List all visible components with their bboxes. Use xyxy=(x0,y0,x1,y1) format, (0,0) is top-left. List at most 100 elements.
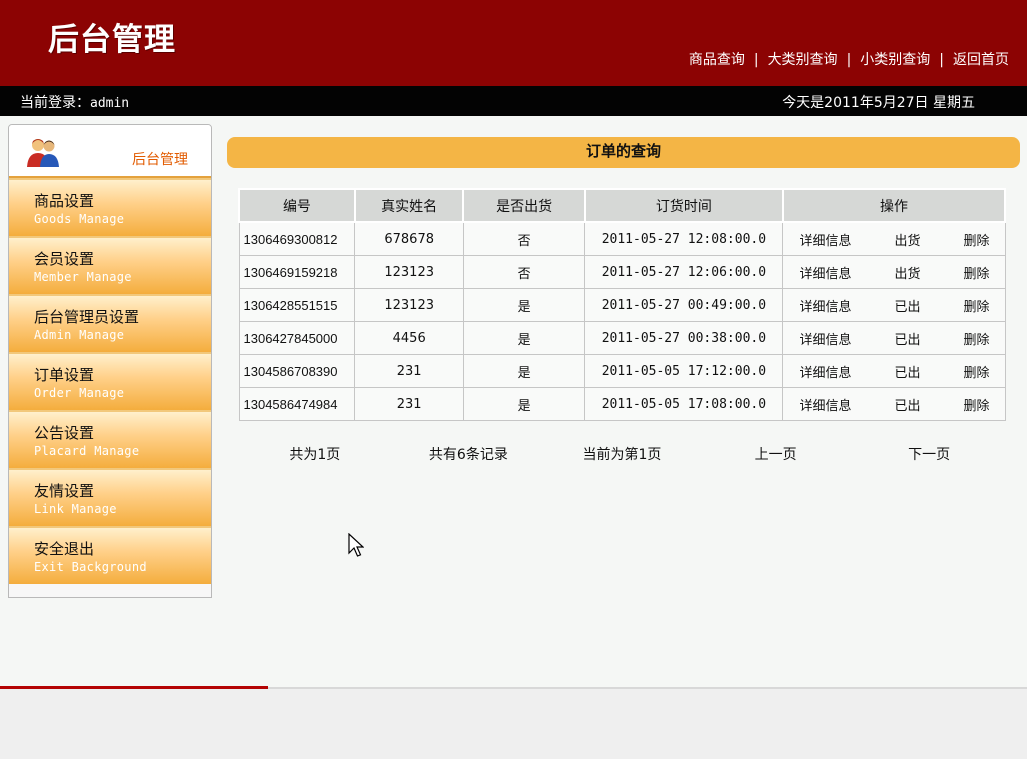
table-row: 1304586708390 231 是 2011-05-05 17:12:00.… xyxy=(238,354,1006,388)
delete-link[interactable]: 删除 xyxy=(963,329,989,348)
ship-link[interactable]: 出货 xyxy=(894,263,920,282)
shipped-status: 是 xyxy=(462,288,586,322)
mouse-pointer-icon xyxy=(348,533,364,557)
order-table: 编号 真实姓名 是否出货 订货时间 操作 1306469300812 67867… xyxy=(238,188,1007,421)
delete-link[interactable]: 删除 xyxy=(963,296,989,315)
detail-link[interactable]: 详细信息 xyxy=(799,362,851,381)
top-header: 后台管理 商品查询 | 大类别查询 | 小类别查询 | 返回首页 xyxy=(0,0,1027,86)
order-id: 1306469300812 xyxy=(238,221,356,256)
sidebar-item-link[interactable]: 友情设置 Link Manage xyxy=(9,468,211,526)
row-actions: 详细信息 已出 删除 xyxy=(782,354,1006,388)
order-id: 1306469159218 xyxy=(238,255,356,289)
nav-separator: | xyxy=(753,52,759,68)
nav-back-home[interactable]: 返回首页 xyxy=(953,52,1009,68)
order-id: 1304586708390 xyxy=(238,354,356,388)
prev-page-link[interactable]: 上一页 xyxy=(699,444,853,464)
sidebar-item-admin[interactable]: 后台管理员设置 Admin Manage xyxy=(9,294,211,352)
table-row: 1306427845000 4456 是 2011-05-27 00:38:00… xyxy=(238,321,1006,355)
shipped-label: 已出 xyxy=(894,299,921,315)
column-header-actions: 操作 xyxy=(781,188,1007,223)
row-actions: 详细信息 已出 删除 xyxy=(782,288,1006,322)
sidebar-item-sub: Admin Manage xyxy=(34,328,125,342)
shipped-status: 否 xyxy=(462,255,586,289)
order-time: 2011-05-05 17:08:00.0 xyxy=(584,387,784,421)
logo-text: 后台管理 xyxy=(48,22,176,58)
row-actions: 详细信息 已出 删除 xyxy=(782,387,1006,421)
real-name: 123123 xyxy=(354,288,464,322)
ship-link[interactable]: 出货 xyxy=(894,230,920,249)
column-header-time: 订货时间 xyxy=(583,188,784,223)
sidebar-item-sub: Link Manage xyxy=(34,502,117,516)
sidebar: 后台管理 商品设置 Goods Manage 会员设置 Member Manag… xyxy=(8,124,212,598)
sidebar-item-exit[interactable]: 安全退出 Exit Background xyxy=(9,526,211,584)
column-header-name: 真实姓名 xyxy=(353,188,465,223)
sidebar-item-sub: Exit Background xyxy=(34,560,147,574)
real-name: 123123 xyxy=(354,255,464,289)
sidebar-title: 后台管理 xyxy=(132,152,188,168)
real-name: 4456 xyxy=(354,321,464,355)
sidebar-item-sub: Order Manage xyxy=(34,386,125,400)
nav-product-search[interactable]: 商品查询 xyxy=(689,52,745,68)
detail-link[interactable]: 详细信息 xyxy=(799,395,851,414)
detail-link[interactable]: 详细信息 xyxy=(799,296,851,315)
sidebar-item-label: 商品设置 xyxy=(34,192,95,210)
sidebar-item-label: 友情设置 xyxy=(34,482,95,500)
admin-users-icon xyxy=(27,139,59,167)
detail-link[interactable]: 详细信息 xyxy=(799,230,851,249)
sidebar-item-placard[interactable]: 公告设置 Placard Manage xyxy=(9,410,211,468)
column-header-shipped: 是否出货 xyxy=(462,188,586,223)
sidebar-item-label: 订单设置 xyxy=(34,366,95,384)
real-name: 231 xyxy=(354,387,464,421)
shipped-label: 已出 xyxy=(894,332,921,348)
login-user: admin xyxy=(90,96,130,111)
total-pages: 共为1页 xyxy=(289,447,341,463)
page-title: 订单的查询 xyxy=(227,137,1020,168)
shipped-status: 是 xyxy=(462,321,586,355)
footer-area xyxy=(0,689,1027,759)
table-row: 1306469300812 678678 否 2011-05-27 12:08:… xyxy=(238,221,1006,256)
login-info: 当前登录：admin xyxy=(20,92,129,112)
sidebar-item-goods[interactable]: 商品设置 Goods Manage xyxy=(9,178,211,236)
order-time: 2011-05-05 17:12:00.0 xyxy=(584,354,784,388)
order-time: 2011-05-27 00:38:00.0 xyxy=(584,321,784,355)
nav-separator: | xyxy=(846,52,852,68)
table-header-row: 编号 真实姓名 是否出货 订货时间 操作 xyxy=(238,188,1007,223)
top-nav: 商品查询 | 大类别查询 | 小类别查询 | 返回首页 xyxy=(689,49,1009,69)
order-id: 1306428551515 xyxy=(238,288,356,322)
pagination: 共为1页 共有6条记录 当前为第1页 上一页 下一页 xyxy=(238,444,1006,464)
detail-link[interactable]: 详细信息 xyxy=(799,329,851,348)
row-actions: 详细信息 出货 删除 xyxy=(782,221,1006,256)
real-name: 678678 xyxy=(354,221,464,256)
status-bar: 当前登录：admin 今天是2011年5月27日 星期五 xyxy=(0,86,1027,116)
nav-major-category-search[interactable]: 大类别查询 xyxy=(768,52,838,68)
real-name: 231 xyxy=(354,354,464,388)
shipped-status: 是 xyxy=(462,354,586,388)
row-actions: 详细信息 出货 删除 xyxy=(782,255,1006,289)
sidebar-item-sub: Placard Manage xyxy=(34,444,140,458)
sidebar-item-member[interactable]: 会员设置 Member Manage xyxy=(9,236,211,294)
column-header-id: 编号 xyxy=(238,188,356,223)
sidebar-item-label: 会员设置 xyxy=(34,250,95,268)
sidebar-item-order[interactable]: 订单设置 Order Manage xyxy=(9,352,211,410)
table-row: 1306469159218 123123 否 2011-05-27 12:06:… xyxy=(238,255,1006,289)
nav-minor-category-search[interactable]: 小类别查询 xyxy=(860,52,930,68)
order-id: 1304586474984 xyxy=(238,387,356,421)
sidebar-item-label: 后台管理员设置 xyxy=(34,308,140,326)
sidebar-header: 后台管理 xyxy=(9,125,211,178)
login-prefix: 当前登录： xyxy=(20,95,90,111)
order-time: 2011-05-27 00:49:00.0 xyxy=(584,288,784,322)
total-records: 共有6条记录 xyxy=(428,447,508,463)
delete-link[interactable]: 删除 xyxy=(963,395,989,414)
delete-link[interactable]: 删除 xyxy=(963,263,989,282)
sidebar-item-sub: Member Manage xyxy=(34,270,132,284)
current-date: 今天是2011年5月27日 星期五 xyxy=(782,95,975,111)
delete-link[interactable]: 删除 xyxy=(963,362,989,381)
sidebar-item-label: 公告设置 xyxy=(34,424,95,442)
shipped-label: 已出 xyxy=(894,365,921,381)
delete-link[interactable]: 删除 xyxy=(963,230,989,249)
table-row: 1306428551515 123123 是 2011-05-27 00:49:… xyxy=(238,288,1006,322)
shipped-label: 已出 xyxy=(894,398,921,414)
next-page-link[interactable]: 下一页 xyxy=(852,444,1006,464)
detail-link[interactable]: 详细信息 xyxy=(799,263,851,282)
order-time: 2011-05-27 12:06:00.0 xyxy=(584,255,784,289)
